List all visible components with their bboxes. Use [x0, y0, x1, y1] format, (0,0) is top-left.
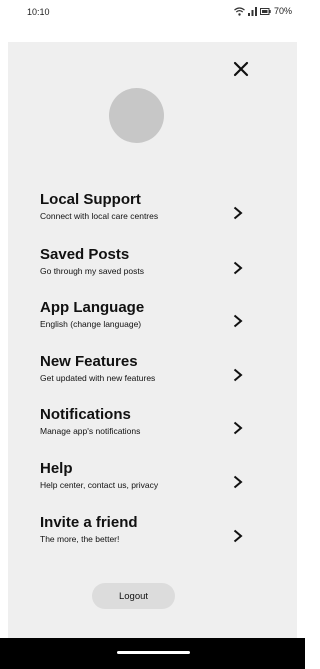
menu-item-saved-posts[interactable]: Saved Posts Go through my saved posts	[8, 246, 297, 296]
menu-item-invite-a-friend[interactable]: Invite a friend The more, the better!	[8, 514, 297, 564]
menu-item-title: Local Support	[40, 191, 141, 208]
menu-item-title: Help	[40, 460, 73, 477]
menu-item-title: App Language	[40, 299, 145, 316]
battery-percent: 70%	[273, 6, 292, 16]
status-bar: 10:10 70%	[0, 0, 305, 28]
menu-item-subtitle: English (change language)	[40, 319, 142, 329]
menu-item-subtitle: Help center, contact us, privacy	[40, 480, 159, 490]
home-indicator[interactable]	[117, 651, 190, 654]
chevron-right-icon[interactable]	[232, 368, 244, 382]
status-time: 10:10	[27, 7, 50, 17]
menu-item-subtitle: Connect with local care centres	[40, 211, 159, 221]
menu-item-new-features[interactable]: New Features Get updated with new featur…	[8, 353, 297, 403]
menu-item-subtitle: The more, the better!	[40, 534, 120, 544]
avatar[interactable]	[109, 88, 164, 143]
status-icons: 70%	[234, 6, 292, 16]
chevron-right-icon[interactable]	[232, 529, 244, 543]
signal-icon	[247, 6, 257, 16]
menu-item-title: New Features	[40, 353, 138, 370]
chevron-right-icon[interactable]	[232, 206, 244, 220]
chevron-right-icon[interactable]	[232, 261, 244, 275]
chevron-right-icon[interactable]	[232, 475, 244, 489]
menu-item-help[interactable]: Help Help center, contact us, privacy	[8, 460, 297, 510]
menu-item-app-language[interactable]: App Language English (change language)	[8, 299, 297, 349]
menu-item-local-support[interactable]: Local Support Connect with local care ce…	[8, 191, 297, 241]
menu-item-title: Notifications	[40, 406, 131, 423]
close-icon[interactable]	[231, 59, 251, 79]
menu-item-subtitle: Go through my saved posts	[40, 266, 144, 276]
wifi-icon	[234, 6, 245, 16]
logout-button[interactable]: Logout	[92, 583, 175, 609]
menu-item-subtitle: Get updated with new features	[40, 373, 156, 383]
menu-item-title: Saved Posts	[40, 246, 130, 263]
menu-item-subtitle: Manage app's notifications	[40, 426, 141, 436]
side-menu-panel: Local Support Connect with local care ce…	[8, 42, 297, 638]
menu-item-title: Invite a friend	[40, 514, 138, 531]
chevron-right-icon[interactable]	[232, 314, 244, 328]
battery-icon	[259, 7, 271, 15]
menu-item-notifications[interactable]: Notifications Manage app's notifications	[8, 406, 297, 456]
navigation-bar	[0, 638, 305, 669]
chevron-right-icon[interactable]	[232, 421, 244, 435]
